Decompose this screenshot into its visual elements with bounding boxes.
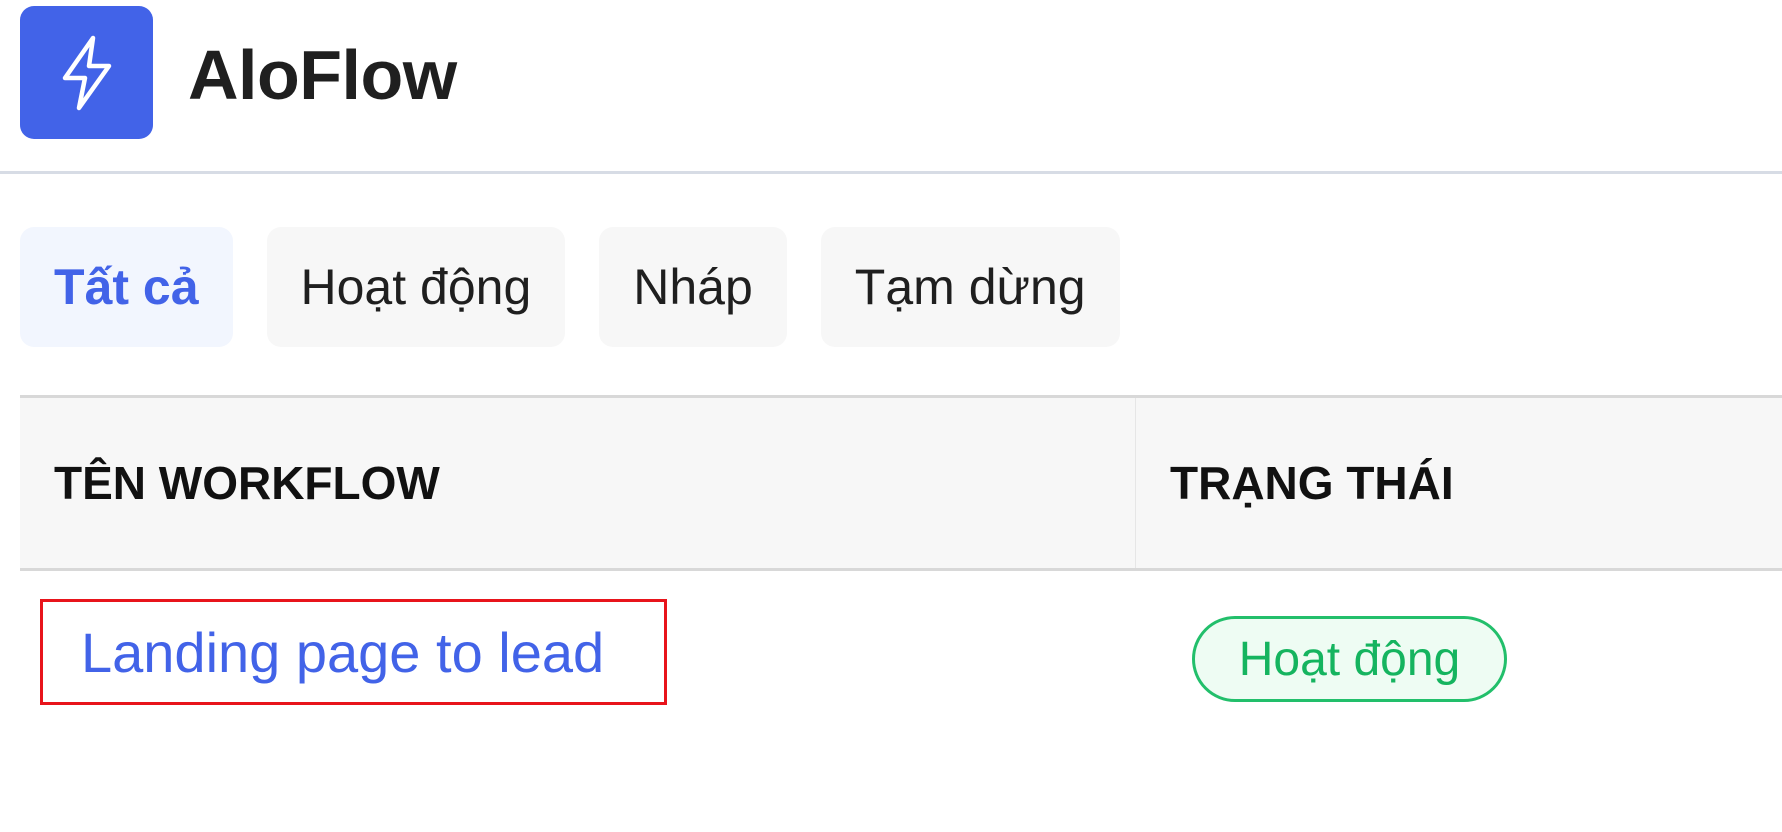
tab-active[interactable]: Hoạt động xyxy=(266,227,566,347)
tab-all[interactable]: Tất cả xyxy=(20,227,233,347)
app-name: AloFlow xyxy=(188,36,457,114)
app-logo[interactable] xyxy=(20,6,153,139)
workflow-name-link[interactable]: Landing page to lead xyxy=(40,599,667,705)
tab-paused[interactable]: Tạm dừng xyxy=(820,227,1120,347)
column-header-workflow-name[interactable]: TÊN WORKFLOW xyxy=(20,398,1136,568)
status-filter-tabs: Tất cả Hoạt động Nháp Tạm dừng xyxy=(20,227,1120,347)
tab-draft[interactable]: Nháp xyxy=(599,227,787,347)
workflow-status-cell: Hoạt động xyxy=(1136,571,1782,721)
column-header-status[interactable]: TRẠNG THÁI xyxy=(1136,398,1782,568)
table-row: Landing page to lead Hoạt động xyxy=(20,571,1782,721)
status-badge: Hoạt động xyxy=(1192,616,1507,702)
app-header: AloFlow xyxy=(0,0,1782,174)
workflow-name-cell: Landing page to lead xyxy=(20,571,1136,721)
workflow-table: TÊN WORKFLOW TRẠNG THÁI Landing page to … xyxy=(20,395,1782,721)
lightning-bolt-icon xyxy=(62,35,111,110)
table-header: TÊN WORKFLOW TRẠNG THÁI xyxy=(20,395,1782,571)
